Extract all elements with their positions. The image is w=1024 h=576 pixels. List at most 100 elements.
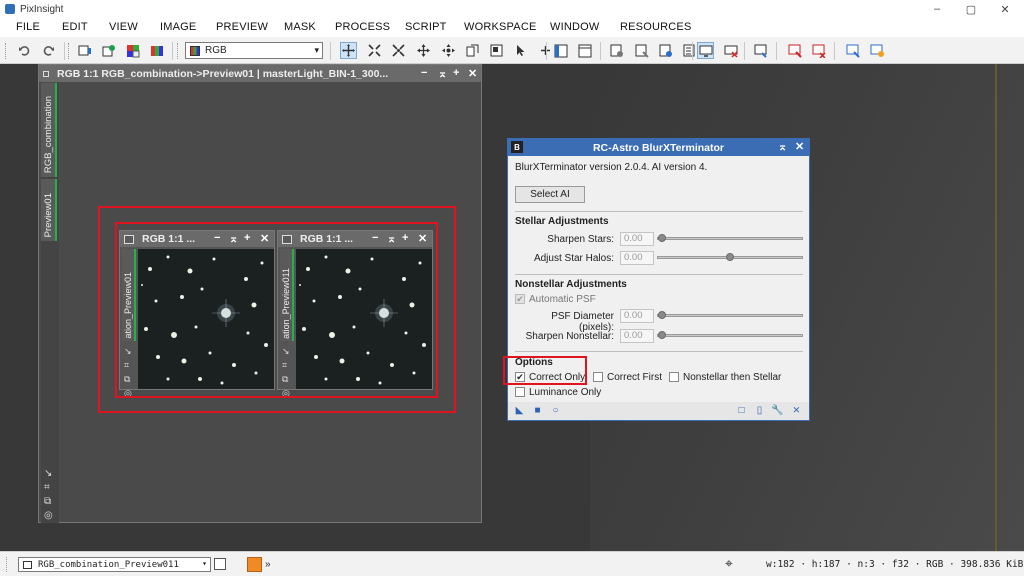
color-swatch[interactable] (247, 557, 262, 572)
sharpen-stars-field[interactable]: 0.00 (620, 232, 654, 246)
statusbar-grip[interactable] (6, 557, 9, 572)
crosshair-icon: ⌖ (725, 555, 733, 571)
format-icon[interactable] (657, 42, 674, 59)
image-icon[interactable] (76, 42, 93, 59)
psf-diameter-field[interactable]: 0.00 (620, 309, 654, 323)
rgb-chip-icon (190, 45, 200, 56)
close-button[interactable]: ✕ (988, 0, 1022, 18)
pointer-icon[interactable] (512, 42, 529, 59)
menu-edit[interactable]: EDIT (62, 21, 88, 33)
process-icon[interactable] (100, 42, 117, 59)
menu-view[interactable]: VIEW (109, 21, 138, 33)
mask-enable-icon[interactable] (844, 42, 861, 59)
resize-icon[interactable]: ↘ (44, 467, 56, 481)
divider (515, 274, 803, 275)
cross-icon[interactable]: ⨯ (791, 405, 802, 416)
image-window-title: RGB 1:1 RGB_combination->Preview01 | mas… (57, 67, 389, 80)
zoom-in-mode-icon[interactable] (366, 42, 383, 59)
adjust-halos-label: Adjust Star Halos: (533, 253, 614, 264)
title-bar: PixInsight – ▢ ✕ (0, 0, 1024, 18)
toolbar-grip-2[interactable] (68, 43, 71, 59)
channels-icon[interactable] (124, 42, 141, 59)
properties-icon[interactable] (633, 42, 650, 59)
explorer-icon[interactable] (552, 42, 569, 59)
nonstellar-then-stellar-checkbox[interactable] (669, 372, 679, 382)
iconize-button[interactable]: ⌅ (438, 67, 447, 80)
adjust-halos-slider[interactable] (657, 253, 803, 261)
more-button[interactable]: » (265, 559, 271, 570)
sharpen-stars-slider[interactable] (657, 234, 803, 242)
dialog-footer: ◣ ■ ○ □ ▯ 🔧 ⨯ (508, 402, 809, 420)
fit-icon[interactable]: ⌗ (44, 481, 56, 495)
view-options-button[interactable] (214, 558, 226, 570)
menu-script[interactable]: SCRIPT (405, 21, 447, 33)
channel-select[interactable]: RGB ▾ (185, 42, 323, 59)
shade-button[interactable]: ⌅ (778, 140, 787, 153)
menu-mask[interactable]: MASK (284, 21, 316, 33)
new-instance-icon[interactable]: ◣ (514, 405, 525, 416)
apply-global-icon[interactable]: ■ (532, 405, 543, 416)
wrench-icon[interactable]: 🔧 (771, 405, 783, 416)
adjust-halos-field[interactable]: 0.00 (620, 251, 654, 265)
tab-preview01[interactable]: Preview01 (41, 179, 57, 241)
tab-rgb-combination[interactable]: RGB_combination (41, 83, 57, 177)
slider-knob[interactable] (726, 253, 734, 261)
readout-mode-icon[interactable] (464, 42, 481, 59)
menu-image[interactable]: IMAGE (160, 21, 196, 33)
preview-mode-icon[interactable] (488, 42, 505, 59)
sharpen-nonstellar-slider[interactable] (657, 331, 803, 339)
luminance-only-checkbox[interactable] (515, 387, 525, 397)
statistics-icon[interactable] (681, 42, 698, 59)
reset-icon[interactable]: □ (736, 405, 747, 416)
dialog-titlebar[interactable]: B RC-Astro BlurXTerminator ⌅ ✕ (508, 139, 809, 156)
clone-icon[interactable]: ⧉ (44, 495, 56, 509)
slider-knob[interactable] (658, 331, 666, 339)
image-info: w:182 · h:187 · n:3 · f32 · RGB · 398.83… (766, 559, 1024, 570)
menu-window[interactable]: WINDOW (550, 21, 599, 33)
zoom-out-mode-icon[interactable] (390, 42, 407, 59)
close-dialog-button[interactable]: ✕ (795, 140, 804, 153)
minimize-button[interactable]: – (920, 0, 954, 18)
redo-icon[interactable] (40, 42, 57, 59)
mask-settings-icon[interactable] (868, 42, 885, 59)
mask-invert-icon[interactable] (810, 42, 827, 59)
shade-button[interactable]: − (421, 67, 427, 79)
menu-file[interactable]: FILE (16, 21, 40, 33)
maximize-button[interactable]: ▢ (954, 0, 988, 18)
automatic-psf-checkbox[interactable]: ✔ (515, 294, 525, 304)
real-time-preview-icon[interactable]: ○ (550, 405, 561, 416)
view-selector-value: RGB_combination_Preview011 (38, 559, 179, 570)
stf-reset-icon[interactable] (722, 42, 739, 59)
slider-knob[interactable] (658, 311, 666, 319)
target-icon[interactable]: ◎ (44, 509, 56, 523)
slider-knob[interactable] (658, 234, 666, 242)
pan-mode-icon[interactable] (340, 42, 357, 59)
luminance-only-label: Luminance Only (529, 387, 602, 398)
rgb-split-icon[interactable] (148, 42, 165, 59)
panel-icon[interactable] (576, 42, 593, 59)
menu-process[interactable]: PROCESS (335, 21, 390, 33)
select-ai-button[interactable]: Select AI (515, 186, 585, 203)
view-selector[interactable]: RGB_combination_Preview011 ▾ (18, 557, 211, 572)
menu-workspace[interactable]: WORKSPACE (464, 21, 537, 33)
move-mode-icon[interactable] (415, 42, 432, 59)
correct-first-label: Correct First (607, 372, 662, 383)
stf-link-icon[interactable] (752, 42, 769, 59)
maximize-window-button[interactable]: + (453, 67, 459, 79)
undo-icon[interactable] (16, 42, 33, 59)
menu-resources[interactable]: RESOURCES (620, 21, 691, 33)
sharpen-nonstellar-field[interactable]: 0.00 (620, 329, 654, 343)
correct-first-checkbox[interactable] (593, 372, 603, 382)
documentation-icon[interactable]: ▯ (754, 405, 765, 416)
dynamic-pan-icon[interactable] (440, 42, 457, 59)
close-window-button[interactable]: ✕ (468, 67, 477, 80)
divider (515, 211, 803, 212)
screen-stf-icon[interactable] (697, 42, 714, 59)
psf-diameter-slider[interactable] (657, 311, 803, 319)
history-icon[interactable] (608, 42, 625, 59)
toolbar-grip-3[interactable] (177, 43, 180, 59)
image-window-titlebar[interactable]: RGB 1:1 RGB_combination->Preview01 | mas… (39, 65, 481, 82)
menu-preview[interactable]: PREVIEW (216, 21, 268, 33)
mask-show-icon[interactable] (786, 42, 803, 59)
toolbar-grip[interactable] (5, 43, 8, 59)
